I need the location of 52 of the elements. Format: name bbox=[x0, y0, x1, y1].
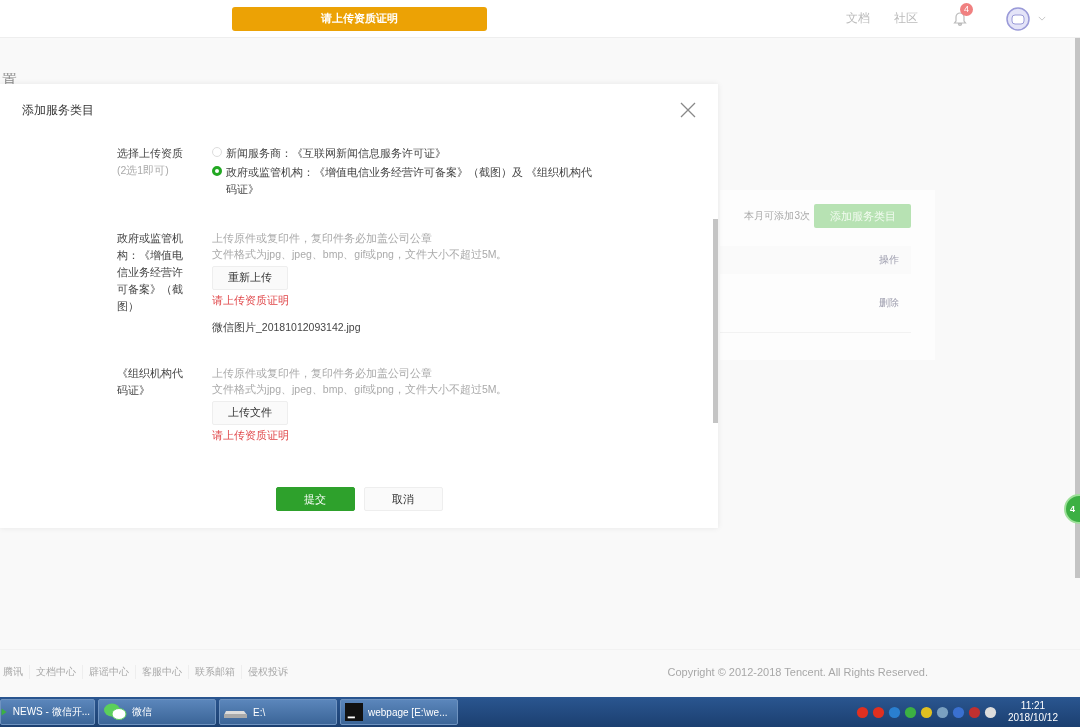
taskbar-item[interactable]: E:\ bbox=[219, 699, 337, 725]
header-link[interactable]: 文档 bbox=[846, 10, 870, 27]
file-name: 微信图片_20181012093142.jpg bbox=[212, 321, 361, 335]
field-label: 政府或监管机构：《增值电信业务经营许可备案》（截图） bbox=[117, 231, 184, 314]
delete-link[interactable]: 删除 bbox=[879, 296, 899, 310]
close-icon[interactable] bbox=[680, 101, 696, 118]
upload-note: 文件格式为jpg、jpeg、bmp、gif或png，文件大小不超过5M。 bbox=[212, 247, 508, 262]
field-label: 选择上传资质 bbox=[117, 146, 184, 161]
notice-button[interactable]: 请上传资质证明 bbox=[232, 6, 487, 31]
clock-time: 11:21 bbox=[1020, 700, 1046, 712]
copyright-text: Copyright © 2012-2018 Tencent. All Rights Reserved. bbox=[667, 666, 928, 678]
error-message: 请上传资质证明 bbox=[212, 429, 289, 443]
column-header: 操作 bbox=[879, 253, 899, 267]
dialog-title: 添加服务类目 bbox=[22, 102, 94, 119]
quota-text: 本月可添加3次 bbox=[744, 209, 810, 223]
notification-badge: 4 bbox=[960, 2, 973, 16]
footer-link[interactable]: 联系邮箱 bbox=[188, 665, 241, 679]
option-label[interactable]: 政府或监管机构：《增值电信业务经营许可备案》（截图）及 《组织机构代码证》 bbox=[226, 164, 592, 198]
chat-bubbles-icon bbox=[103, 702, 127, 722]
scrollbar[interactable] bbox=[713, 219, 718, 423]
footer-link[interactable]: 文档中心 bbox=[29, 665, 82, 679]
header-link[interactable]: 社区 bbox=[894, 10, 918, 27]
tray-icon[interactable] bbox=[983, 705, 997, 719]
footer-link[interactable]: 辟谣中心 bbox=[82, 665, 135, 679]
tray-icon[interactable] bbox=[903, 705, 917, 719]
clock-date: 2018/10/12 bbox=[1007, 712, 1058, 724]
error-message: 请上传资质证明 bbox=[212, 294, 289, 308]
scrollbar[interactable] bbox=[1075, 38, 1080, 578]
bell-icon[interactable] bbox=[952, 10, 968, 27]
footer-link[interactable]: 侵权投诉 bbox=[241, 665, 294, 679]
taskbar-item[interactable]: webpage [E:\we... bbox=[340, 699, 458, 725]
tray-icon[interactable] bbox=[935, 705, 949, 719]
upload-button[interactable]: 重新上传 bbox=[212, 266, 288, 290]
submit-button[interactable]: 提交 bbox=[275, 487, 355, 511]
upload-note: 上传原件或复印件，复印件务必加盖公司公章 bbox=[212, 366, 432, 381]
avatar-icon[interactable] bbox=[1006, 6, 1030, 31]
floating-badge[interactable]: 4 bbox=[1064, 494, 1080, 524]
footer-link[interactable]: 腾讯 bbox=[0, 665, 29, 679]
tray-icon[interactable] bbox=[919, 705, 933, 719]
option-label[interactable]: 新闻服务商：《互联网新闻信息服务许可证》 bbox=[226, 145, 446, 162]
field-hint: (2选1即可) bbox=[117, 163, 170, 178]
footer-link[interactable]: 客服中心 bbox=[135, 665, 188, 679]
upload-note: 上传原件或复印件，复印件务必加盖公司公章 bbox=[212, 231, 432, 246]
upload-note: 文件格式为jpg、jpeg、bmp、gif或png，文件大小不超过5M。 bbox=[212, 382, 508, 397]
caret-icon[interactable] bbox=[1038, 16, 1046, 21]
cancel-button[interactable]: 取消 bbox=[363, 487, 443, 511]
radio-button[interactable] bbox=[212, 166, 222, 176]
taskbar-item[interactable]: 微信 bbox=[98, 699, 216, 725]
taskbar-item[interactable]: NEWS - 微信开... bbox=[0, 699, 95, 725]
app-icon bbox=[345, 703, 363, 721]
field-label: 《组织机构代码证》 bbox=[117, 366, 184, 398]
upload-button[interactable]: 上传文件 bbox=[212, 401, 288, 425]
